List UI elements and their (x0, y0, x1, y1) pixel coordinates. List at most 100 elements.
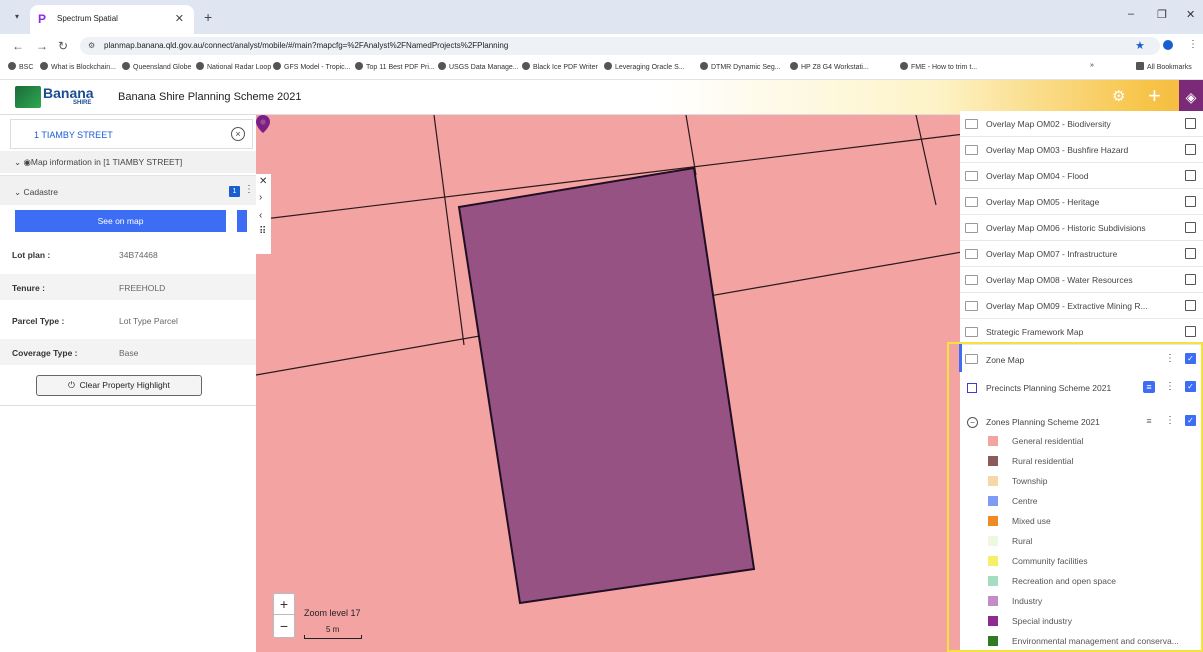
layer-checkbox[interactable] (1185, 196, 1196, 207)
bookmark-icon (604, 62, 612, 70)
layers-icon[interactable]: ◈ (1179, 80, 1203, 115)
browser-tab[interactable]: P Spectrum Spatial ✕ (30, 5, 194, 34)
zone-map-label: Zone Map (986, 355, 1025, 365)
map-information-header[interactable]: ⌄ ◉Map information in [1 TIAMBY STREET] (0, 151, 256, 173)
legend-item: Township (988, 471, 1198, 491)
forward-icon[interactable]: → (36, 39, 48, 53)
layer-checkbox[interactable] (1185, 248, 1196, 259)
layer-row[interactable]: Overlay Map OM09 - Extractive Mining R..… (960, 293, 1203, 319)
profile-avatar[interactable] (1163, 40, 1173, 50)
bookmark-item[interactable]: Queensland Globe (122, 62, 191, 71)
close-window-icon[interactable]: ✕ (1186, 8, 1195, 21)
zoom-out-button[interactable]: − (274, 616, 294, 637)
attribute-row: Lot plan : 34B74468 (0, 241, 256, 267)
folder-icon (965, 171, 978, 181)
bookmark-item[interactable]: Black Ice PDF Writer (522, 62, 598, 71)
layer-checkbox[interactable] (1185, 326, 1196, 337)
drag-handle-icon[interactable]: ⠿ (259, 226, 266, 237)
layer-row[interactable]: Overlay Map OM03 - Bushfire Hazard (960, 137, 1203, 163)
collapse-minus-icon[interactable]: − (967, 417, 978, 428)
bookmark-item[interactable]: FME - How to trim t... (900, 62, 977, 71)
parcel-line (433, 115, 465, 346)
layer-row[interactable]: Overlay Map OM02 - Biodiversity (960, 111, 1203, 137)
bookmark-item[interactable]: Leveraging Oracle S... (604, 62, 685, 71)
legend-swatch (988, 456, 998, 466)
precincts-row[interactable]: Precincts Planning Scheme 2021 ≡ ⋮ ✓ (960, 374, 1203, 402)
attribute-value: Lot Type Parcel (119, 316, 178, 326)
bookmark-icon (700, 62, 708, 70)
layer-row[interactable]: Overlay Map OM08 - Water Resources (960, 267, 1203, 293)
precincts-menu-icon[interactable]: ⋮ (1165, 381, 1175, 392)
legend-item: Rural (988, 531, 1198, 551)
add-icon[interactable]: + (1148, 83, 1161, 109)
restore-icon[interactable]: ❐ (1157, 8, 1167, 21)
see-on-map-split-button[interactable] (237, 210, 247, 232)
layer-row[interactable]: Overlay Map OM07 - Infrastructure (960, 241, 1203, 267)
chevron-left-icon[interactable]: ‹ (259, 210, 262, 221)
search-value: 1 TIAMBY STREET (34, 130, 113, 140)
tab-close-icon[interactable]: ✕ (175, 12, 184, 25)
layer-row[interactable]: Overlay Map OM04 - Flood (960, 163, 1203, 189)
legend-swatch (988, 556, 998, 566)
bookmark-item[interactable]: Top 11 Best PDF Pri... (355, 62, 435, 71)
new-tab-button[interactable]: + (204, 9, 212, 25)
clear-property-highlight-button[interactable]: ⏻ Clear Property Highlight (36, 375, 202, 396)
zones-menu-icon[interactable]: ⋮ (1165, 415, 1175, 426)
attribute-value: Base (119, 348, 139, 358)
zone-map-row[interactable]: Zone Map ⋮ ✓ (960, 346, 1203, 374)
panel-side-controls: ✕ › ‹ ⠿ (256, 174, 271, 254)
legend-label: Industry (1012, 596, 1043, 606)
legend-item: Special industry (988, 611, 1198, 631)
layer-row[interactable]: Overlay Map OM06 - Historic Subdivisions (960, 215, 1203, 241)
layer-checkbox[interactable] (1185, 144, 1196, 155)
legend-toggle-icon[interactable]: ≡ (1143, 415, 1155, 427)
bookmark-item[interactable]: What is Blockchain... (40, 62, 116, 71)
site-info-icon[interactable]: ⚙ (88, 41, 95, 50)
close-panel-icon[interactable]: ✕ (259, 176, 267, 187)
legend-label: Special industry (1012, 616, 1073, 626)
clear-search-icon[interactable]: × (231, 127, 245, 141)
legend-swatch (988, 436, 998, 446)
settings-gear-icon[interactable]: ⚙ (1112, 87, 1125, 105)
url-field[interactable]: ⚙ planmap.banana.qld.gov.au/connect/anal… (80, 37, 1160, 55)
precincts-checkbox[interactable]: ✓ (1185, 381, 1196, 392)
cadastre-header[interactable]: ⌄ Cadastre 1 ⋮ (0, 175, 256, 205)
browser-menu-icon[interactable]: ⋮ (1188, 39, 1198, 50)
banana-shire-logo: Banana SHIRE (15, 83, 105, 111)
bookmark-icon (790, 62, 798, 70)
layer-checkbox[interactable] (1185, 274, 1196, 285)
bookmark-star-icon[interactable]: ★ (1135, 39, 1145, 52)
bookmark-item[interactable]: BSC (8, 62, 33, 71)
back-icon[interactable]: ← (12, 39, 24, 53)
tab-search-icon[interactable]: ▾ (10, 10, 24, 24)
search-input[interactable]: 1 TIAMBY STREET × (10, 119, 253, 149)
chevron-right-icon[interactable]: › (259, 192, 262, 203)
zoom-in-button[interactable]: + (274, 594, 294, 615)
legend-toggle-icon[interactable]: ≡ (1143, 381, 1155, 393)
zone-map-checkbox[interactable]: ✓ (1185, 353, 1196, 364)
layer-checkbox[interactable] (1185, 118, 1196, 129)
layer-checkbox[interactable] (1185, 170, 1196, 181)
layer-row[interactable]: Overlay Map OM05 - Heritage (960, 189, 1203, 215)
bookmark-item[interactable]: National Radar Loop (196, 62, 271, 71)
all-bookmarks[interactable]: All Bookmarks (1136, 62, 1192, 71)
legend-swatch (988, 616, 998, 626)
bookmark-item[interactable]: HP Z8 G4 Workstati... (790, 62, 869, 71)
folder-icon (965, 327, 978, 337)
bookmark-item[interactable]: GFS Model - Tropic... (273, 62, 351, 71)
layer-checkbox[interactable] (1185, 222, 1196, 233)
bookmark-item[interactable]: USGS Data Manage... (438, 62, 519, 71)
bookmark-item[interactable]: DTMR Dynamic Seg... (700, 62, 781, 71)
zones-checkbox[interactable]: ✓ (1185, 415, 1196, 426)
app-header: Banana SHIRE Banana Shire Planning Schem… (0, 80, 1203, 115)
bookmark-overflow-icon[interactable]: » (1090, 62, 1094, 69)
see-on-map-button[interactable]: See on map (15, 210, 226, 232)
layer-name: Overlay Map OM08 - Water Resources (986, 275, 1133, 285)
reload-icon[interactable]: ↻ (58, 39, 68, 53)
cadastre-menu-icon[interactable]: ⋮ (244, 184, 254, 195)
browser-tab-bar: ▾ P Spectrum Spatial ✕ + – ❐ ✕ (0, 0, 1203, 34)
zone-map-menu-icon[interactable]: ⋮ (1165, 353, 1175, 364)
attribute-key: Coverage Type : (12, 348, 78, 358)
minimize-icon[interactable]: – (1128, 8, 1134, 20)
layer-checkbox[interactable] (1185, 300, 1196, 311)
